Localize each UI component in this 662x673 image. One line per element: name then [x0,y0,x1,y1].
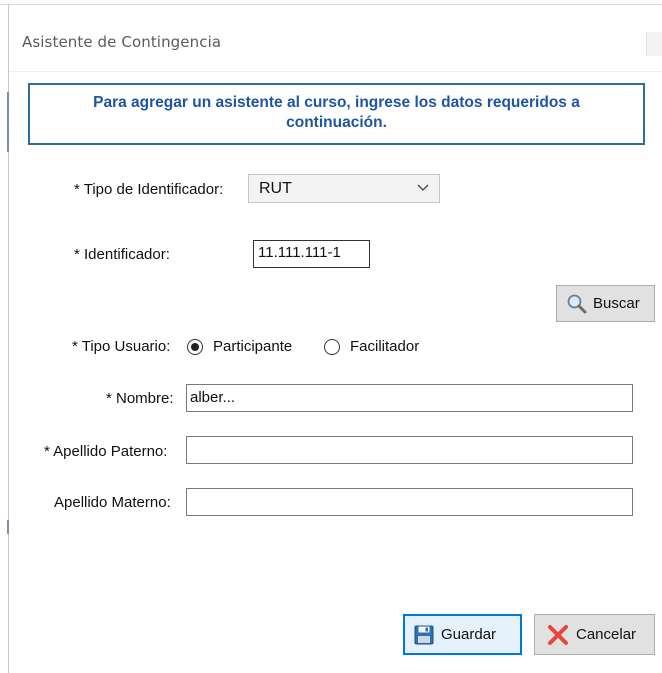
radio-facilitador[interactable] [324,339,340,355]
tipo-usuario-label: * Tipo Usuario: [72,338,171,355]
dialog-title: Asistente de Contingencia [22,33,222,51]
instruction-text: Para agregar un asistente al curso, ingr… [30,93,643,133]
buscar-label: Buscar [593,295,640,312]
cancelar-label: Cancelar [576,626,637,643]
apellido-paterno-label: * Apellido Paterno: [44,443,168,460]
tipo-identificador-value: RUT [259,180,292,197]
apellido-paterno-field[interactable] [186,436,633,464]
floppy-disk-icon [414,625,434,645]
magnifier-icon [567,294,587,314]
apellido-materno-label: Apellido Materno: [54,494,171,511]
tipo-identificador-label: * Tipo de Identificador: [74,181,224,198]
instruction-line-2: continuación. [286,114,387,131]
identificador-value: 11.111.111-1 [258,244,341,261]
radio-participante-label[interactable]: Participante [213,338,292,355]
red-x-icon [548,625,568,645]
radio-selected-dot [191,343,199,351]
radio-facilitador-label[interactable]: Facilitador [350,338,419,355]
chevron-down-icon[interactable] [416,181,430,195]
nombre-field[interactable] [186,384,633,412]
instruction-line-1: Para agregar un asistente al curso, ingr… [93,94,580,111]
nombre-label: * Nombre: [106,390,174,407]
close-button[interactable] [646,32,662,56]
guardar-label: Guardar [441,626,497,643]
apellido-materno-field[interactable] [186,488,633,516]
nombre-value: alber... [190,389,236,406]
identificador-label: * Identificador: [74,246,170,263]
